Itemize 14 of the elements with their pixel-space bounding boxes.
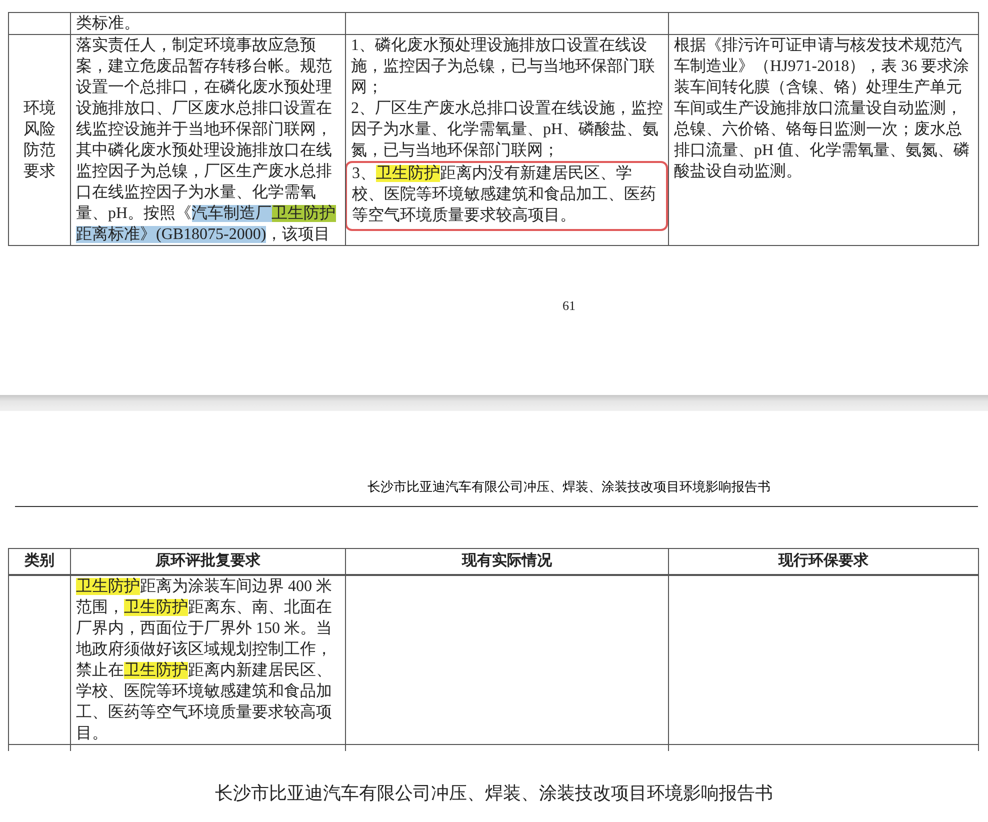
- paragraph: 卫生防护距离为涂装车间边界 400 米范围，卫生防护距离东、南、北面在厂界内，西面位于厂界外 150 米。当地政府须做好该区域规划控制工作，禁止在卫生防护距离内新建居民区、学校、医院等环境敏感建筑和食品加工、医药等空气环境质量要求较高项目。: [76, 576, 333, 744]
- paragraph: 根据《排污许可证申请与核发技术规范汽车制造业》（HJ971-2018），表 36 要求涂装车间转化膜（含镍、铬）处理生产单元车间或生产设施排放口流量设自动监测，总镍、六价铬、铬每日监测一次；废水总排口流量、pH 值、化学需氧量、氨氮、磷酸盐设自动监测。: [674, 36, 971, 182]
- column-header: 类别: [8, 548, 70, 575]
- paragraph: 2、厂区生产废水总排口设置在线设施，监控因子为水量、化学需氧量、pH、磷酸盐、氨氮，已与当地环保部门联网；: [351, 98, 664, 161]
- column-header: 现有实际情况: [346, 548, 668, 575]
- paragraph: 1、磷化废水预处理设施排放口设置在线设施，监控因子为总镍，已与当地环保部门联网；: [351, 36, 656, 98]
- paragraph: 类标准。: [76, 14, 141, 34]
- column-header: 原环评批复要求: [70, 548, 346, 575]
- paragraph: 环境风险防范要求: [22, 98, 56, 182]
- page-number: 61: [562, 298, 576, 313]
- page-header: 长沙市比亚迪汽车有限公司冲压、焊装、涂装技改项目环境影响报告书: [215, 783, 773, 803]
- page-header: 长沙市比亚迪汽车有限公司冲压、焊装、涂装技改项目环境影响报告书: [368, 479, 770, 494]
- column-header: 现行环保要求: [668, 548, 978, 575]
- annotated-paragraph: 3、卫生防护距离内没有新建居民区、学校、医院等环境敏感建筑和食品加工、医药等空气环境质量要求较高项目。: [345, 161, 668, 231]
